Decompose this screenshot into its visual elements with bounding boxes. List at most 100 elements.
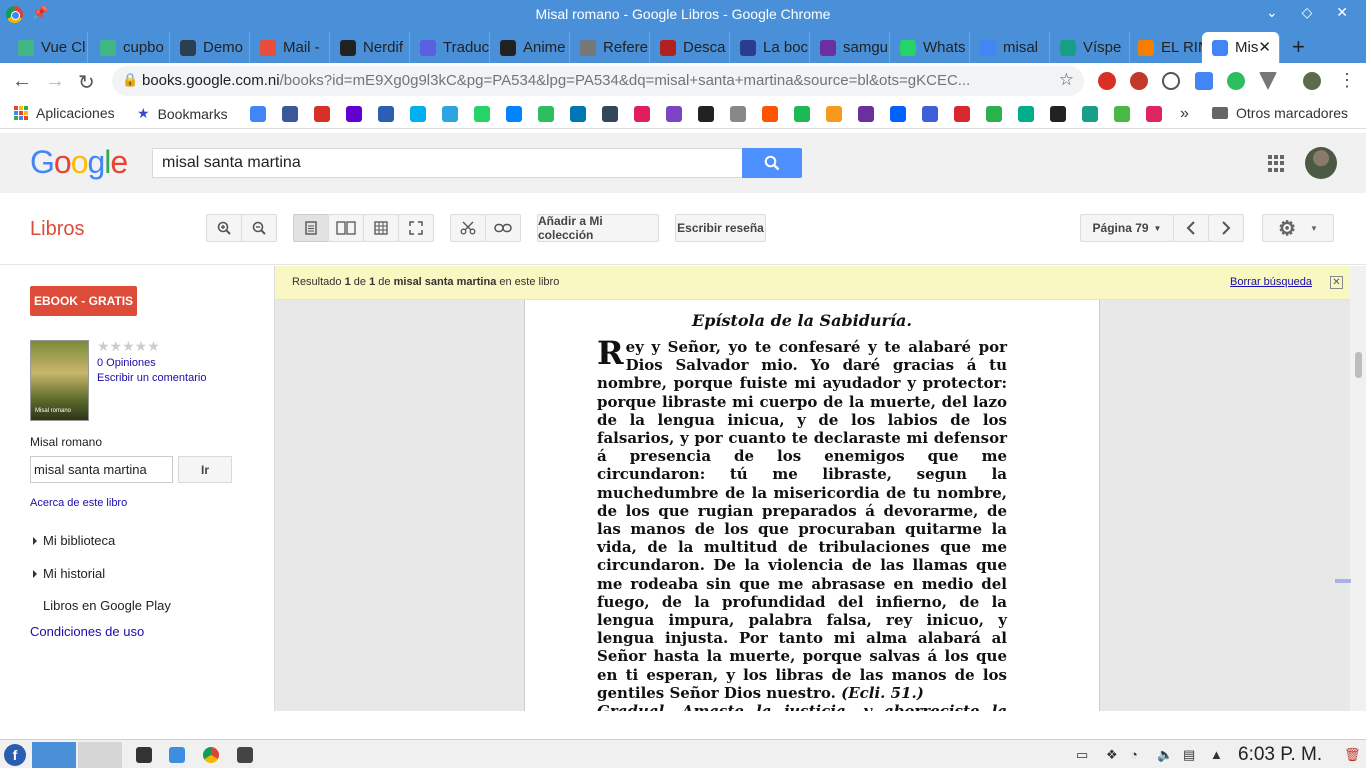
search-button[interactable] — [742, 148, 802, 178]
castbox-icon[interactable] — [1146, 106, 1162, 122]
extension-s-icon[interactable] — [1195, 72, 1213, 90]
skype-icon[interactable] — [410, 106, 426, 122]
my-history-link[interactable]: Mi historial — [33, 566, 105, 581]
files-icon[interactable] — [169, 747, 185, 763]
go-button[interactable]: Ir — [178, 456, 232, 483]
gmail-icon[interactable] — [314, 106, 330, 122]
spotify-icon[interactable] — [794, 106, 810, 122]
clear-search-link[interactable]: Borrar búsqueda — [1230, 276, 1312, 288]
clipboard-icon[interactable]: ▤ — [1183, 747, 1195, 763]
book-page[interactable]: Epístola de la Sabiduría. Rey y Señor, y… — [524, 300, 1100, 711]
close-icon[interactable]: ✕ — [1330, 276, 1343, 289]
tab-2[interactable]: Demo — [170, 32, 250, 63]
chrome-taskbar-icon[interactable] — [203, 747, 219, 763]
tab-3[interactable]: Mail - — [250, 32, 330, 63]
tab-1[interactable]: cupbo — [90, 32, 170, 63]
messenger-icon[interactable] — [506, 106, 522, 122]
vertical-scrollbar[interactable] — [1335, 266, 1366, 711]
address-bar[interactable]: 🔒 books.google.com.ni/books?id=mE9Xg0g9l… — [112, 66, 1084, 96]
other-bookmarks-folder[interactable]: Otros marcadores — [1212, 105, 1348, 121]
menu-icon[interactable]: ⋮ — [1338, 70, 1356, 91]
animeflv-icon[interactable] — [1050, 106, 1066, 122]
snapseed-icon[interactable] — [1114, 106, 1130, 122]
bitwarden-icon[interactable] — [730, 106, 746, 122]
mega-icon[interactable] — [954, 106, 970, 122]
libros-title[interactable]: Libros — [30, 218, 84, 241]
two-page-view-button[interactable] — [328, 214, 364, 242]
write-review-button[interactable]: Escribir reseña — [675, 214, 766, 242]
opinions-link[interactable]: 0 Opiniones — [97, 357, 156, 369]
battery-icon[interactable]: ▭ — [1076, 747, 1088, 763]
clock[interactable]: 6:03 P. M. — [1238, 744, 1322, 766]
next-page-button[interactable] — [1208, 214, 1244, 242]
terminal-icon[interactable] — [237, 747, 253, 763]
new-tab-button[interactable]: + — [1292, 34, 1305, 60]
url-text[interactable]: books.google.com.ni/books?id=mE9Xg0g9l3k… — [142, 72, 970, 89]
workspace-2[interactable] — [78, 742, 122, 768]
my-library-link[interactable]: Mi biblioteca — [33, 533, 115, 548]
extension-code-icon[interactable] — [1162, 72, 1180, 90]
tab-5[interactable]: Traduc — [410, 32, 490, 63]
thumbnail-view-button[interactable] — [363, 214, 399, 242]
dropbox-icon[interactable] — [890, 106, 906, 122]
wifi-icon[interactable]: ◔ — [1130, 747, 1138, 762]
reload-icon[interactable]: ↻ — [78, 70, 95, 95]
tab-4[interactable]: Nerdif — [330, 32, 410, 63]
hackerrank-icon[interactable] — [858, 106, 874, 122]
bookmark-star-icon[interactable]: ☆ — [1059, 70, 1074, 90]
single-page-view-button[interactable] — [293, 214, 329, 242]
zoom-in-button[interactable] — [206, 214, 242, 242]
terminal-window-icon[interactable] — [136, 747, 152, 763]
close-tab-icon[interactable]: ✕ — [1258, 38, 1271, 56]
evernote-icon[interactable] — [538, 106, 554, 122]
yahoo-mail-icon[interactable] — [346, 106, 362, 122]
fedora-menu-icon[interactable]: f — [4, 744, 26, 766]
book-cover[interactable]: Misal romano — [30, 340, 89, 421]
terms-link[interactable]: Condiciones de uso — [30, 624, 144, 639]
workspace-1[interactable] — [32, 742, 76, 768]
tripadvisor-icon[interactable] — [1018, 106, 1034, 122]
linkedin-icon[interactable] — [570, 106, 586, 122]
add-to-collection-button[interactable]: Añadir a Mi colección — [537, 214, 659, 242]
extension-evernote-icon[interactable] — [1227, 72, 1245, 90]
link-button[interactable] — [485, 214, 521, 242]
extension-v-icon[interactable] — [1259, 72, 1277, 90]
zoom-out-button[interactable] — [241, 214, 277, 242]
tab-7[interactable]: Refere — [570, 32, 650, 63]
tab-12[interactable]: misal — [970, 32, 1050, 63]
ebook-free-button[interactable]: EBOOK - GRATIS — [30, 286, 137, 316]
soundcloud-icon[interactable] — [762, 106, 778, 122]
search-in-book-input[interactable]: misal santa martina — [30, 456, 173, 483]
tab-9[interactable]: La boc — [730, 32, 810, 63]
about-book-link[interactable]: Acerca de este libro — [30, 497, 127, 509]
extension-stop-icon[interactable] — [1098, 72, 1116, 90]
fullscreen-button[interactable] — [398, 214, 434, 242]
google-icon[interactable] — [250, 106, 266, 122]
tray-expand-icon[interactable]: ▲ — [1210, 747, 1223, 762]
search-input[interactable]: misal santa martina — [152, 148, 743, 178]
whatsapp-icon[interactable] — [474, 106, 490, 122]
profile-avatar[interactable] — [1303, 72, 1321, 90]
scrollbar-thumb[interactable] — [1355, 352, 1362, 378]
bookmarks-folder[interactable]: ★ Bookmarks — [137, 105, 228, 122]
tab-11[interactable]: Whats — [890, 32, 970, 63]
back-icon[interactable]: ← — [12, 70, 32, 93]
write-comment-link[interactable]: Escribir un comentario — [97, 372, 206, 384]
tab-10[interactable]: samgu — [810, 32, 890, 63]
feedly-icon[interactable] — [986, 106, 1002, 122]
github-icon[interactable] — [698, 106, 714, 122]
settings-button[interactable]: ⚙ ▼ — [1262, 214, 1334, 242]
pushbullet-icon[interactable] — [922, 106, 938, 122]
protonmail-icon[interactable] — [378, 106, 394, 122]
window-controls[interactable]: ⌄ ◇ ✕ — [1266, 4, 1358, 21]
volume-icon[interactable]: 🔈 — [1157, 747, 1173, 763]
tab-0[interactable]: Vue Cl — [8, 32, 88, 63]
clip-button[interactable] — [450, 214, 486, 242]
apps-shortcut[interactable]: Aplicaciones — [14, 105, 115, 121]
tab-14[interactable]: EL RIN — [1128, 32, 1208, 63]
extension-abp-icon[interactable] — [1130, 72, 1148, 90]
telegram-icon[interactable] — [442, 106, 458, 122]
previous-page-button[interactable] — [1173, 214, 1209, 242]
tab-13[interactable]: Víspe — [1050, 32, 1130, 63]
book-viewer[interactable]: Resultado 1 de 1 de misal santa martina … — [274, 266, 1351, 711]
